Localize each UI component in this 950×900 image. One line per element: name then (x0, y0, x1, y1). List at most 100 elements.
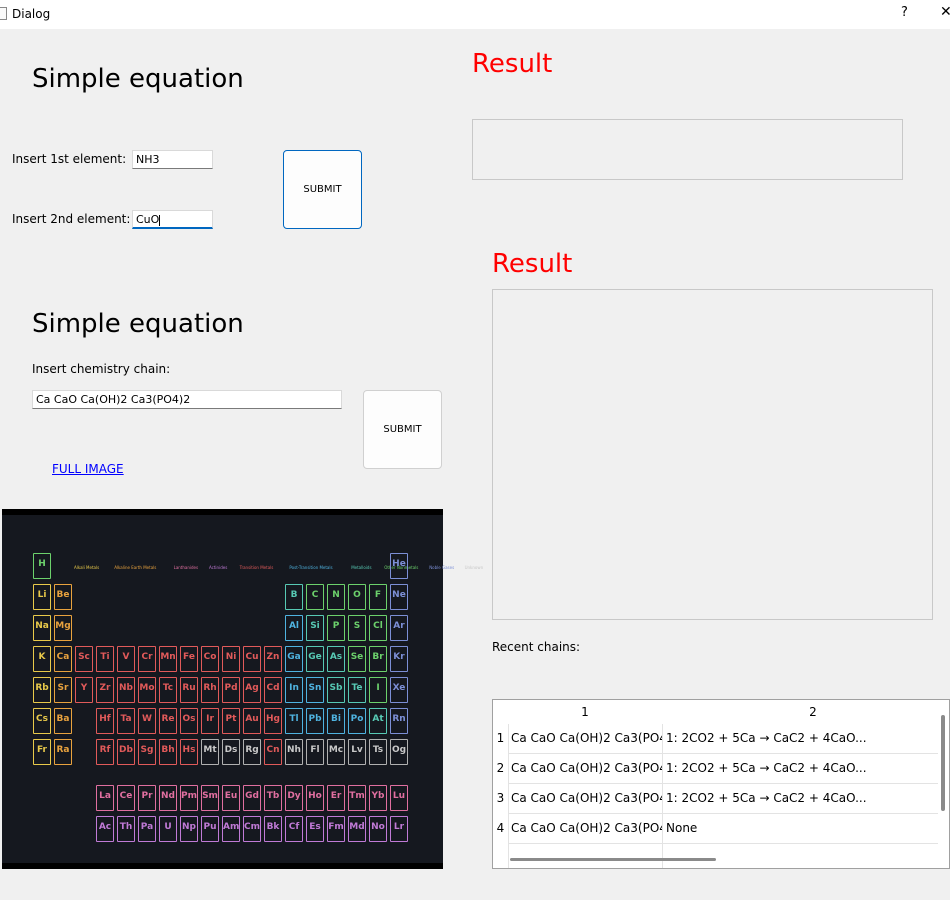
element-tile: Cu (243, 646, 261, 672)
close-button[interactable]: ✕ (940, 4, 950, 20)
element-tile: C (306, 584, 324, 610)
element-tile: Hs (180, 739, 198, 765)
element-symbol: U (164, 822, 172, 832)
row-header-3[interactable]: 3 (493, 791, 508, 805)
table-cell-chain[interactable]: Ca CaO Ca(OH)2 Ca3(PO4)2 (508, 821, 662, 835)
element-tile: Cm (243, 816, 261, 842)
element-symbol: K (38, 652, 46, 662)
row-header-4[interactable]: 4 (493, 821, 508, 835)
element-symbol: Rh (203, 683, 217, 693)
recent-chains-table[interactable]: 1 2 1 Ca CaO Ca(OH)2 Ca3(PO4)2 1: 2CO2 +… (492, 699, 950, 869)
element-symbol: V (122, 652, 130, 662)
element-symbol: Sm (202, 791, 218, 801)
element-symbol: Ag (245, 683, 259, 693)
element-symbol: Ir (206, 714, 214, 724)
help-button[interactable]: ? (901, 5, 908, 20)
element-tile: Rg (243, 739, 261, 765)
element-symbol: Ni (225, 652, 237, 662)
element-symbol: Rf (99, 745, 111, 755)
element-symbol: Am (223, 822, 240, 832)
table-cell-chain[interactable]: Ca CaO Ca(OH)2 Ca3(PO4)2 (508, 761, 662, 775)
submit-elements-button[interactable]: SUBMIT (283, 150, 362, 229)
element-symbol: Ra (56, 745, 70, 755)
element-tile: Ho (306, 785, 324, 811)
element-tile: S (348, 615, 366, 641)
column-header-1[interactable]: 1 (508, 700, 662, 724)
table-cell-result[interactable]: 1: 2CO2 + 5Ca → CaC2 + 4CaO... (663, 731, 933, 745)
table-cell-result[interactable]: 1: 2CO2 + 5Ca → CaC2 + 4CaO... (663, 791, 933, 805)
element-tile: Nb (117, 677, 135, 703)
element-symbol: Hs (182, 745, 196, 755)
result-heading-2: Result (492, 249, 573, 279)
column-header-2[interactable]: 2 (663, 700, 949, 724)
element-symbol: Nd (161, 791, 175, 801)
element-tile: Tl (285, 708, 303, 734)
element-tile: Si (306, 615, 324, 641)
second-element-label: Insert 2nd element: (12, 212, 131, 226)
element-symbol: Pt (225, 714, 237, 724)
row-header-2[interactable]: 2 (493, 761, 508, 775)
element-symbol: Fl (310, 745, 320, 755)
submit-chain-button[interactable]: SUBMIT (363, 390, 442, 469)
element-tile: Re (159, 708, 177, 734)
result-heading-1: Result (472, 49, 553, 79)
row-divider (508, 843, 938, 844)
full-image-link[interactable]: FULL IMAGE (52, 462, 124, 476)
table-cell-chain[interactable]: Ca CaO Ca(OH)2 Ca3(PO4)2 (508, 731, 662, 745)
element-tile: Ti (96, 646, 114, 672)
element-symbol: Og (391, 745, 407, 755)
element-tile: Pd (222, 677, 240, 703)
element-symbol: Mt (203, 745, 217, 755)
element-symbol: N (332, 590, 340, 600)
row-divider (508, 813, 938, 814)
element-symbol: Cd (266, 683, 280, 693)
element-tile: Sb (327, 677, 345, 703)
element-tile: Po (348, 708, 366, 734)
table-cell-chain[interactable]: Ca CaO Ca(OH)2 Ca3(PO4)2 (508, 791, 662, 805)
element-symbol: Fm (328, 822, 344, 832)
element-tile: Au (243, 708, 261, 734)
element-symbol: Cn (266, 745, 280, 755)
element-symbol: Os (182, 714, 196, 724)
element-tile: Fl (306, 739, 324, 765)
element-tile: No (369, 816, 387, 842)
first-element-input[interactable]: NH3 (132, 150, 213, 169)
table-cell-result[interactable]: 1: 2CO2 + 5Ca → CaC2 + 4CaO... (663, 761, 933, 775)
element-tile: Nh (285, 739, 303, 765)
vertical-scrollbar[interactable] (941, 715, 945, 811)
text-caret (159, 214, 161, 226)
row-divider (508, 783, 938, 784)
element-tile: W (138, 708, 156, 734)
element-tile: As (327, 646, 345, 672)
element-symbol: P (332, 621, 340, 631)
horizontal-scrollbar[interactable] (510, 858, 716, 861)
row-header-1[interactable]: 1 (493, 731, 508, 745)
table-cell-result[interactable]: None (663, 821, 933, 835)
element-symbol: Cl (373, 621, 383, 631)
element-tile: K (33, 646, 51, 672)
element-symbol: Ts (372, 745, 384, 755)
element-symbol: Sn (308, 683, 322, 693)
element-symbol: He (392, 559, 406, 569)
element-symbol: S (353, 621, 361, 631)
element-tile: Cd (264, 677, 282, 703)
element-symbol: Cu (245, 652, 259, 662)
element-tile: Br (369, 646, 387, 672)
element-tile: Pt (222, 708, 240, 734)
element-tile: F (369, 584, 387, 610)
element-symbol: Al (288, 621, 300, 631)
element-symbol: Tc (162, 683, 174, 693)
element-tile: Sr (54, 677, 72, 703)
element-tile: Nd (159, 785, 177, 811)
second-element-input[interactable]: CuO (132, 210, 213, 229)
element-symbol: Au (245, 714, 259, 724)
element-symbol: Ce (119, 791, 133, 801)
element-symbol: Cm (244, 822, 260, 832)
element-tile: Ac (96, 816, 114, 842)
element-tile: At (369, 708, 387, 734)
element-symbol: Cs (36, 714, 48, 724)
element-symbol: Rn (392, 714, 406, 724)
element-tile: Xe (390, 677, 408, 703)
element-tile: Te (348, 677, 366, 703)
chain-input[interactable]: Ca CaO Ca(OH)2 Ca3(PO4)2 (32, 390, 342, 409)
